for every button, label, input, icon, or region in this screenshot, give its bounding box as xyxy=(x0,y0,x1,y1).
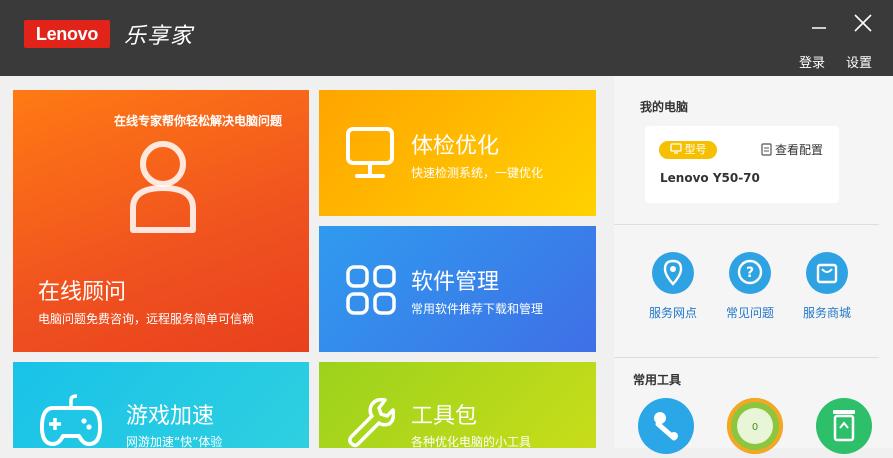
service-mall-button[interactable]: 服务商城 xyxy=(792,252,862,321)
view-config-link[interactable]: 查看配置 xyxy=(761,141,823,158)
view-config-label: 查看配置 xyxy=(775,143,824,157)
gamepad-icon xyxy=(39,394,103,446)
service-outlets-label: 服务网点 xyxy=(648,306,697,320)
my-pc-label: 我的电脑 xyxy=(640,100,689,114)
recycle-bin-icon xyxy=(833,410,855,442)
tile-toolkit[interactable]: 工具包 各种优化电脑的小工具 xyxy=(319,362,596,448)
wrench-icon xyxy=(347,397,395,448)
advisor-subtitle: 电脑问题免费咨询，远程服务简单可信赖 xyxy=(38,312,255,326)
checkup-subtitle: 快速检测系统，一键优化 xyxy=(411,166,544,180)
close-icon xyxy=(854,14,872,32)
title-bar: Lenovo 乐享家 登录 设置 xyxy=(0,0,893,76)
login-link[interactable]: 登录 xyxy=(799,52,825,71)
service-outlets-button[interactable]: 服务网点 xyxy=(638,252,708,321)
tool-speed-test[interactable]: 0 xyxy=(727,398,783,454)
panel-divider-2 xyxy=(614,357,879,358)
faq-button[interactable]: ? 常见问题 xyxy=(715,252,785,321)
svg-text:?: ? xyxy=(746,265,754,281)
tile-software[interactable]: 软件管理 常用软件推荐下载和管理 xyxy=(319,226,596,352)
tile-checkup[interactable]: 体检优化 快速检测系统，一键优化 xyxy=(319,90,596,216)
shopping-bag-icon xyxy=(806,252,848,294)
model-badge: 型号 xyxy=(659,141,717,159)
tile-game[interactable]: 游戏加速 网游加速“快”体验 xyxy=(13,362,309,448)
my-pc-card: 型号 查看配置 Lenovo Y50-70 xyxy=(645,126,839,203)
panel-divider xyxy=(614,224,879,225)
monitor-icon xyxy=(346,127,394,178)
apps-grid-icon xyxy=(346,265,396,315)
monitor-small-icon xyxy=(669,143,682,154)
document-icon xyxy=(761,143,772,156)
software-subtitle: 常用软件推荐下载和管理 xyxy=(411,302,544,316)
location-pin-icon xyxy=(652,252,694,294)
minimize-icon xyxy=(812,27,826,29)
model-name: Lenovo Y50-70 xyxy=(660,171,760,185)
settings-link[interactable]: 设置 xyxy=(846,52,872,71)
repair-tool-icon xyxy=(654,412,678,441)
model-badge-label: 型号 xyxy=(684,143,707,156)
close-button[interactable] xyxy=(848,12,878,36)
minimize-button[interactable] xyxy=(804,12,834,36)
service-mall-label: 服务商城 xyxy=(802,306,851,320)
game-title: 游戏加速 xyxy=(126,404,215,429)
advisor-title: 在线顾问 xyxy=(38,280,127,305)
product-logo: 乐享家 xyxy=(124,24,194,49)
svg-text:0: 0 xyxy=(752,422,758,433)
speedometer-icon: 0 xyxy=(727,398,783,454)
tool-cleanup[interactable] xyxy=(816,398,872,454)
software-title: 软件管理 xyxy=(411,270,500,295)
lenovo-logo: Lenovo xyxy=(24,20,110,48)
toolkit-subtitle: 各种优化电脑的小工具 xyxy=(411,435,532,448)
faq-label: 常见问题 xyxy=(725,306,774,320)
toolkit-title: 工具包 xyxy=(411,404,478,429)
game-subtitle: 网游加速“快”体验 xyxy=(126,435,223,448)
checkup-title: 体检优化 xyxy=(411,134,500,159)
tool-repair[interactable] xyxy=(638,398,694,454)
tile-online-advisor[interactable]: 在线专家帮你轻松解决电脑问题 在线顾问 电脑问题免费咨询，远程服务简单可信赖 xyxy=(13,90,309,352)
tools-label: 常用工具 xyxy=(633,373,682,387)
advisor-tagline: 在线专家帮你轻松解决电脑问题 xyxy=(114,114,283,128)
user-icon xyxy=(130,141,196,233)
question-icon: ? xyxy=(729,252,771,294)
